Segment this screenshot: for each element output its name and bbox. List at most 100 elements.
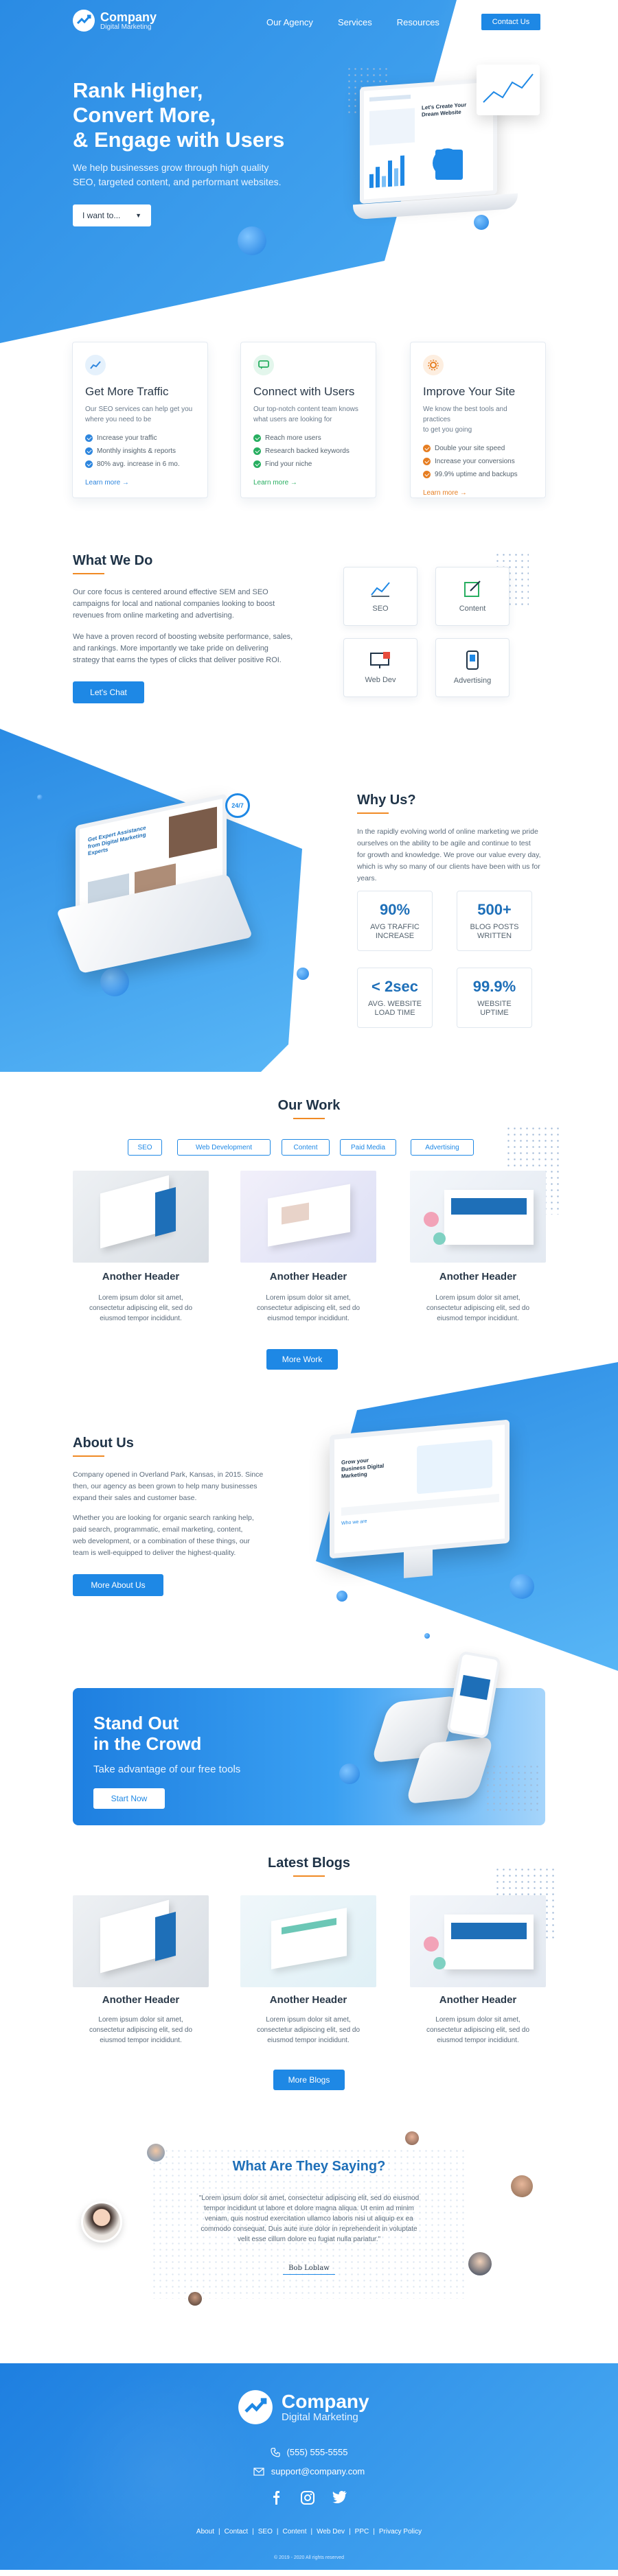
more-work-button[interactable]: More Work (266, 1349, 338, 1370)
work-text: Lorem ipsum dolor sit amet, consectetur a… (426, 1294, 530, 1322)
nav-services[interactable]: Services (338, 17, 372, 27)
check-icon (253, 447, 261, 455)
work-title: Another Header (269, 1271, 347, 1283)
start-now-button[interactable]: Start Now (93, 1788, 165, 1809)
chat-icon (253, 355, 274, 375)
nav-resources[interactable]: Resources (397, 17, 439, 27)
footer-links: About | Contact | SEO | Content | Web Dev | P… (196, 2528, 422, 2536)
service-seo[interactable]: SEO (343, 567, 417, 626)
blog-image[interactable] (73, 1895, 209, 1987)
list-item: 99.9% uptime and backups (423, 468, 533, 481)
footer-email[interactable]: support@company.com (0, 2466, 618, 2477)
work-text: Lorem ipsum dolor sit amet, consectetur a… (256, 1294, 360, 1322)
decorative-bubble (474, 215, 489, 230)
mini-bar-chart (369, 150, 417, 189)
avatar (188, 2292, 202, 2306)
footer-link-content[interactable]: Content (282, 2528, 306, 2536)
footer-link-ppc[interactable]: PPC (355, 2528, 369, 2536)
feature-card-connect: Connect with Users Our top-notch content… (240, 342, 376, 498)
blog-text: Lorem ipsum dolor sit amet, consectetur a… (89, 2016, 193, 2044)
list-item: Increase your traffic (85, 432, 195, 445)
brand-name: Company (100, 10, 157, 24)
why-us-laptop-illustration: Get Expert Assistance from Digital Marke… (56, 762, 302, 988)
chart-icon (85, 355, 106, 375)
section-title: What We Do (73, 553, 153, 568)
avatar (405, 2131, 419, 2145)
facebook-icon[interactable] (271, 2491, 283, 2505)
blog-image[interactable] (410, 1895, 546, 1987)
footer-logo[interactable]: Company Digital Marketing (236, 2388, 369, 2426)
chevron-down-icon: ▼ (135, 212, 141, 219)
line-chart-icon (483, 73, 534, 103)
why-us-section: Why Us? In the rapidly evolving world of… (357, 793, 563, 885)
blog-text: Lorem ipsum dolor sit amet, consectetur a… (426, 2016, 530, 2044)
avatar (511, 2175, 533, 2197)
intent-dropdown[interactable]: I want to... ▼ (73, 204, 151, 226)
our-work-header: Our Work (0, 1098, 618, 1119)
tab-content[interactable]: Content (282, 1139, 330, 1156)
feature-card-improve: Improve Your Site We know the best tools… (410, 342, 546, 498)
service-web-dev[interactable]: Web Dev (343, 638, 417, 697)
cta-title: Stand Out in the Crowd (93, 1713, 202, 1754)
testimonials-title: What Are They Saying? (232, 2159, 386, 2174)
blog-text: Lorem ipsum dolor sit amet, consectetur a… (256, 2016, 360, 2044)
learn-more-link[interactable]: Learn more → (253, 479, 363, 487)
tab-advertising[interactable]: Advertising (411, 1139, 474, 1156)
instagram-icon[interactable] (301, 2491, 314, 2505)
footer-phone[interactable]: (555) 555-5555 (0, 2447, 618, 2457)
service-content[interactable]: Content (435, 567, 510, 626)
work-title: Another Header (439, 1271, 517, 1283)
list-item: Find your niche (253, 458, 363, 471)
learn-more-link[interactable]: Learn more → (423, 489, 533, 497)
contact-us-button[interactable]: Contact Us (481, 13, 541, 31)
tab-web-development[interactable]: Web Development (177, 1139, 271, 1156)
hero-laptop-illustration: Let's Create Your Dream Website (332, 65, 540, 226)
mail-icon (253, 2467, 264, 2476)
more-blogs-button[interactable]: More Blogs (273, 2070, 345, 2090)
work-image[interactable] (410, 1171, 546, 1263)
list-item: Research backed keywords (253, 445, 363, 458)
cta-subtitle: Take advantage of our free tools (93, 1764, 241, 1775)
nav-our-agency[interactable]: Our Agency (266, 17, 313, 27)
hero-subtitle: We help businesses grow through high qua… (73, 162, 282, 187)
twitter-icon[interactable] (332, 2491, 347, 2503)
section-title: About Us (73, 1436, 134, 1451)
work-image[interactable] (73, 1171, 209, 1263)
list-item: 80% avg. increase in 6 mo. (85, 458, 195, 471)
learn-more-link[interactable]: Learn more → (85, 479, 195, 487)
feature-title: Connect with Users (253, 385, 355, 398)
blog-title: Another Header (269, 1994, 347, 2006)
lets-chat-button[interactable]: Let's Chat (73, 681, 144, 703)
more-about-us-button[interactable]: More About Us (73, 1574, 163, 1596)
tab-seo[interactable]: SEO (128, 1139, 162, 1156)
phone-icon (270, 2447, 280, 2457)
blog-image[interactable] (240, 1895, 376, 1987)
logo[interactable]: Company Digital Marketing (71, 8, 157, 33)
footer-link-seo[interactable]: SEO (258, 2528, 273, 2536)
check-icon (85, 447, 93, 455)
list-item: Monthly insights & reports (85, 445, 195, 458)
section-title: Our Work (277, 1098, 341, 1113)
feature-title: Improve Your Site (423, 385, 516, 398)
footer-link-privacy-policy[interactable]: Privacy Policy (379, 2528, 422, 2536)
footer-link-contact[interactable]: Contact (225, 2528, 248, 2536)
service-advertising[interactable]: Advertising (435, 638, 510, 697)
footer-link-web-dev[interactable]: Web Dev (317, 2528, 345, 2536)
work-title: Another Header (102, 1271, 180, 1283)
footer-link-about[interactable]: About (196, 2528, 214, 2536)
tab-paid-media[interactable]: Paid Media (340, 1139, 396, 1156)
main-nav: Our Agency Services Resources (266, 17, 439, 27)
copyright: © 2019 - 2020 All rights reserved (273, 2555, 345, 2560)
stat-traffic: 90% AVG TRAFFIC INCREASE (357, 891, 433, 951)
footer: Company Digital Marketing (555) 555-5555… (0, 2363, 618, 2576)
work-image[interactable] (240, 1171, 376, 1263)
brand-tagline: Digital Marketing (100, 23, 152, 31)
testimonial-author: Bob Loblaw (288, 2264, 330, 2272)
avatar (81, 2201, 122, 2243)
check-icon (253, 434, 261, 442)
about-monitor-illustration: Grow your Business Digital Marketing Who… (330, 1419, 515, 1578)
check-icon (423, 445, 431, 452)
stat-blog-posts: 500+ BLOG POSTS WRITTEN (457, 891, 532, 951)
brand-tagline: Digital Marketing (282, 2411, 358, 2423)
list-item: Increase your conversions (423, 455, 533, 468)
